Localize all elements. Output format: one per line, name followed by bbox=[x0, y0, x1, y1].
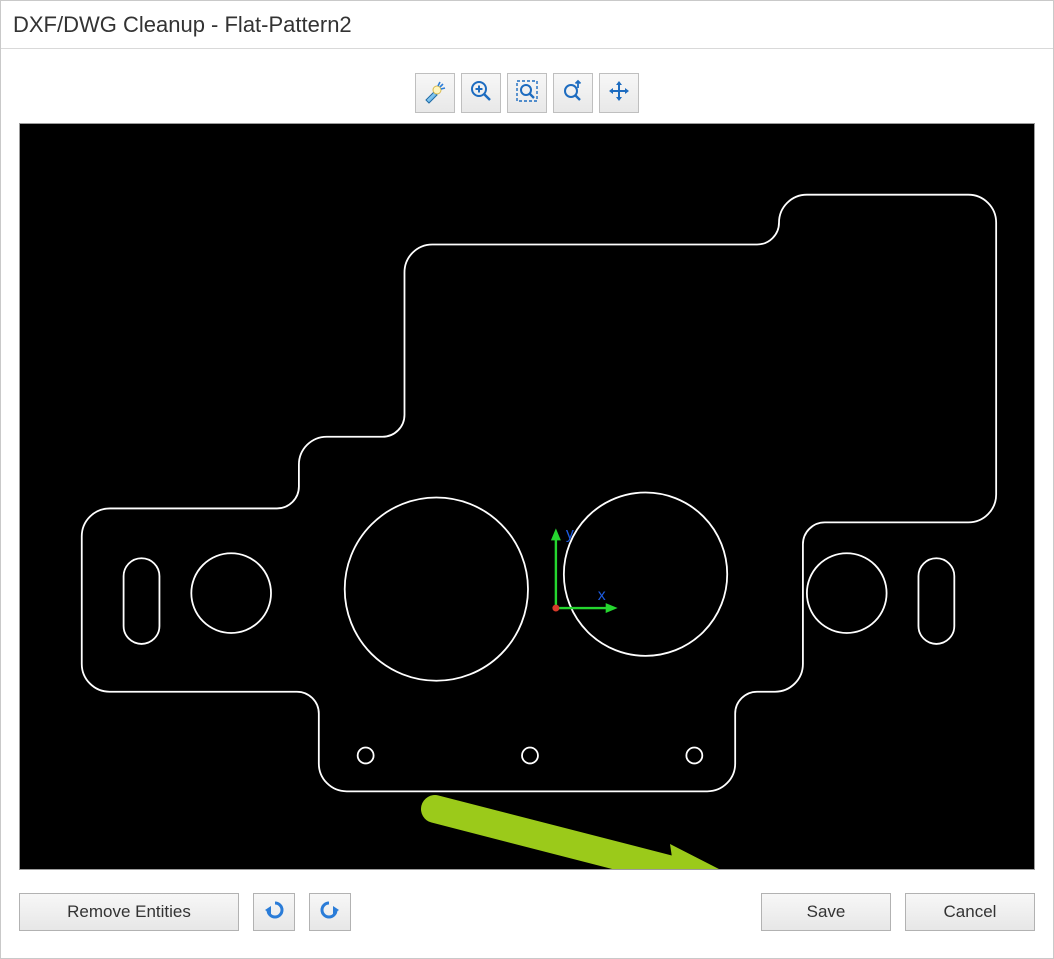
zoom-height-button[interactable] bbox=[553, 73, 593, 113]
axis-triad: y x bbox=[551, 525, 618, 613]
drawing-viewport[interactable]: y x bbox=[19, 123, 1035, 870]
redo-icon bbox=[318, 898, 342, 927]
zoom-in-icon bbox=[468, 78, 494, 109]
zoom-fit-icon bbox=[514, 78, 540, 109]
remove-entities-button[interactable]: Remove Entities bbox=[19, 893, 239, 931]
view-toolbar bbox=[19, 63, 1035, 123]
svg-text:x: x bbox=[598, 587, 606, 604]
redo-button[interactable] bbox=[309, 893, 351, 931]
zoom-in-button[interactable] bbox=[461, 73, 501, 113]
window-title: DXF/DWG Cleanup - Flat-Pattern2 bbox=[13, 12, 352, 38]
zoom-vertical-icon bbox=[560, 78, 586, 109]
flat-pattern-drawing: y x bbox=[20, 124, 1034, 869]
highlight-tool-button[interactable] bbox=[415, 73, 455, 113]
zoom-fit-button[interactable] bbox=[507, 73, 547, 113]
dialog-footer: Remove Entities Save Cancel bbox=[19, 884, 1035, 940]
title-bar: DXF/DWG Cleanup - Flat-Pattern2 bbox=[1, 1, 1053, 49]
cancel-button[interactable]: Cancel bbox=[905, 893, 1035, 931]
undo-button[interactable] bbox=[253, 893, 295, 931]
undo-icon bbox=[262, 898, 286, 927]
pan-button[interactable] bbox=[599, 73, 639, 113]
pan-icon bbox=[606, 78, 632, 109]
save-button[interactable]: Save bbox=[761, 893, 891, 931]
flashlight-icon bbox=[422, 78, 448, 109]
svg-text:y: y bbox=[566, 525, 574, 542]
